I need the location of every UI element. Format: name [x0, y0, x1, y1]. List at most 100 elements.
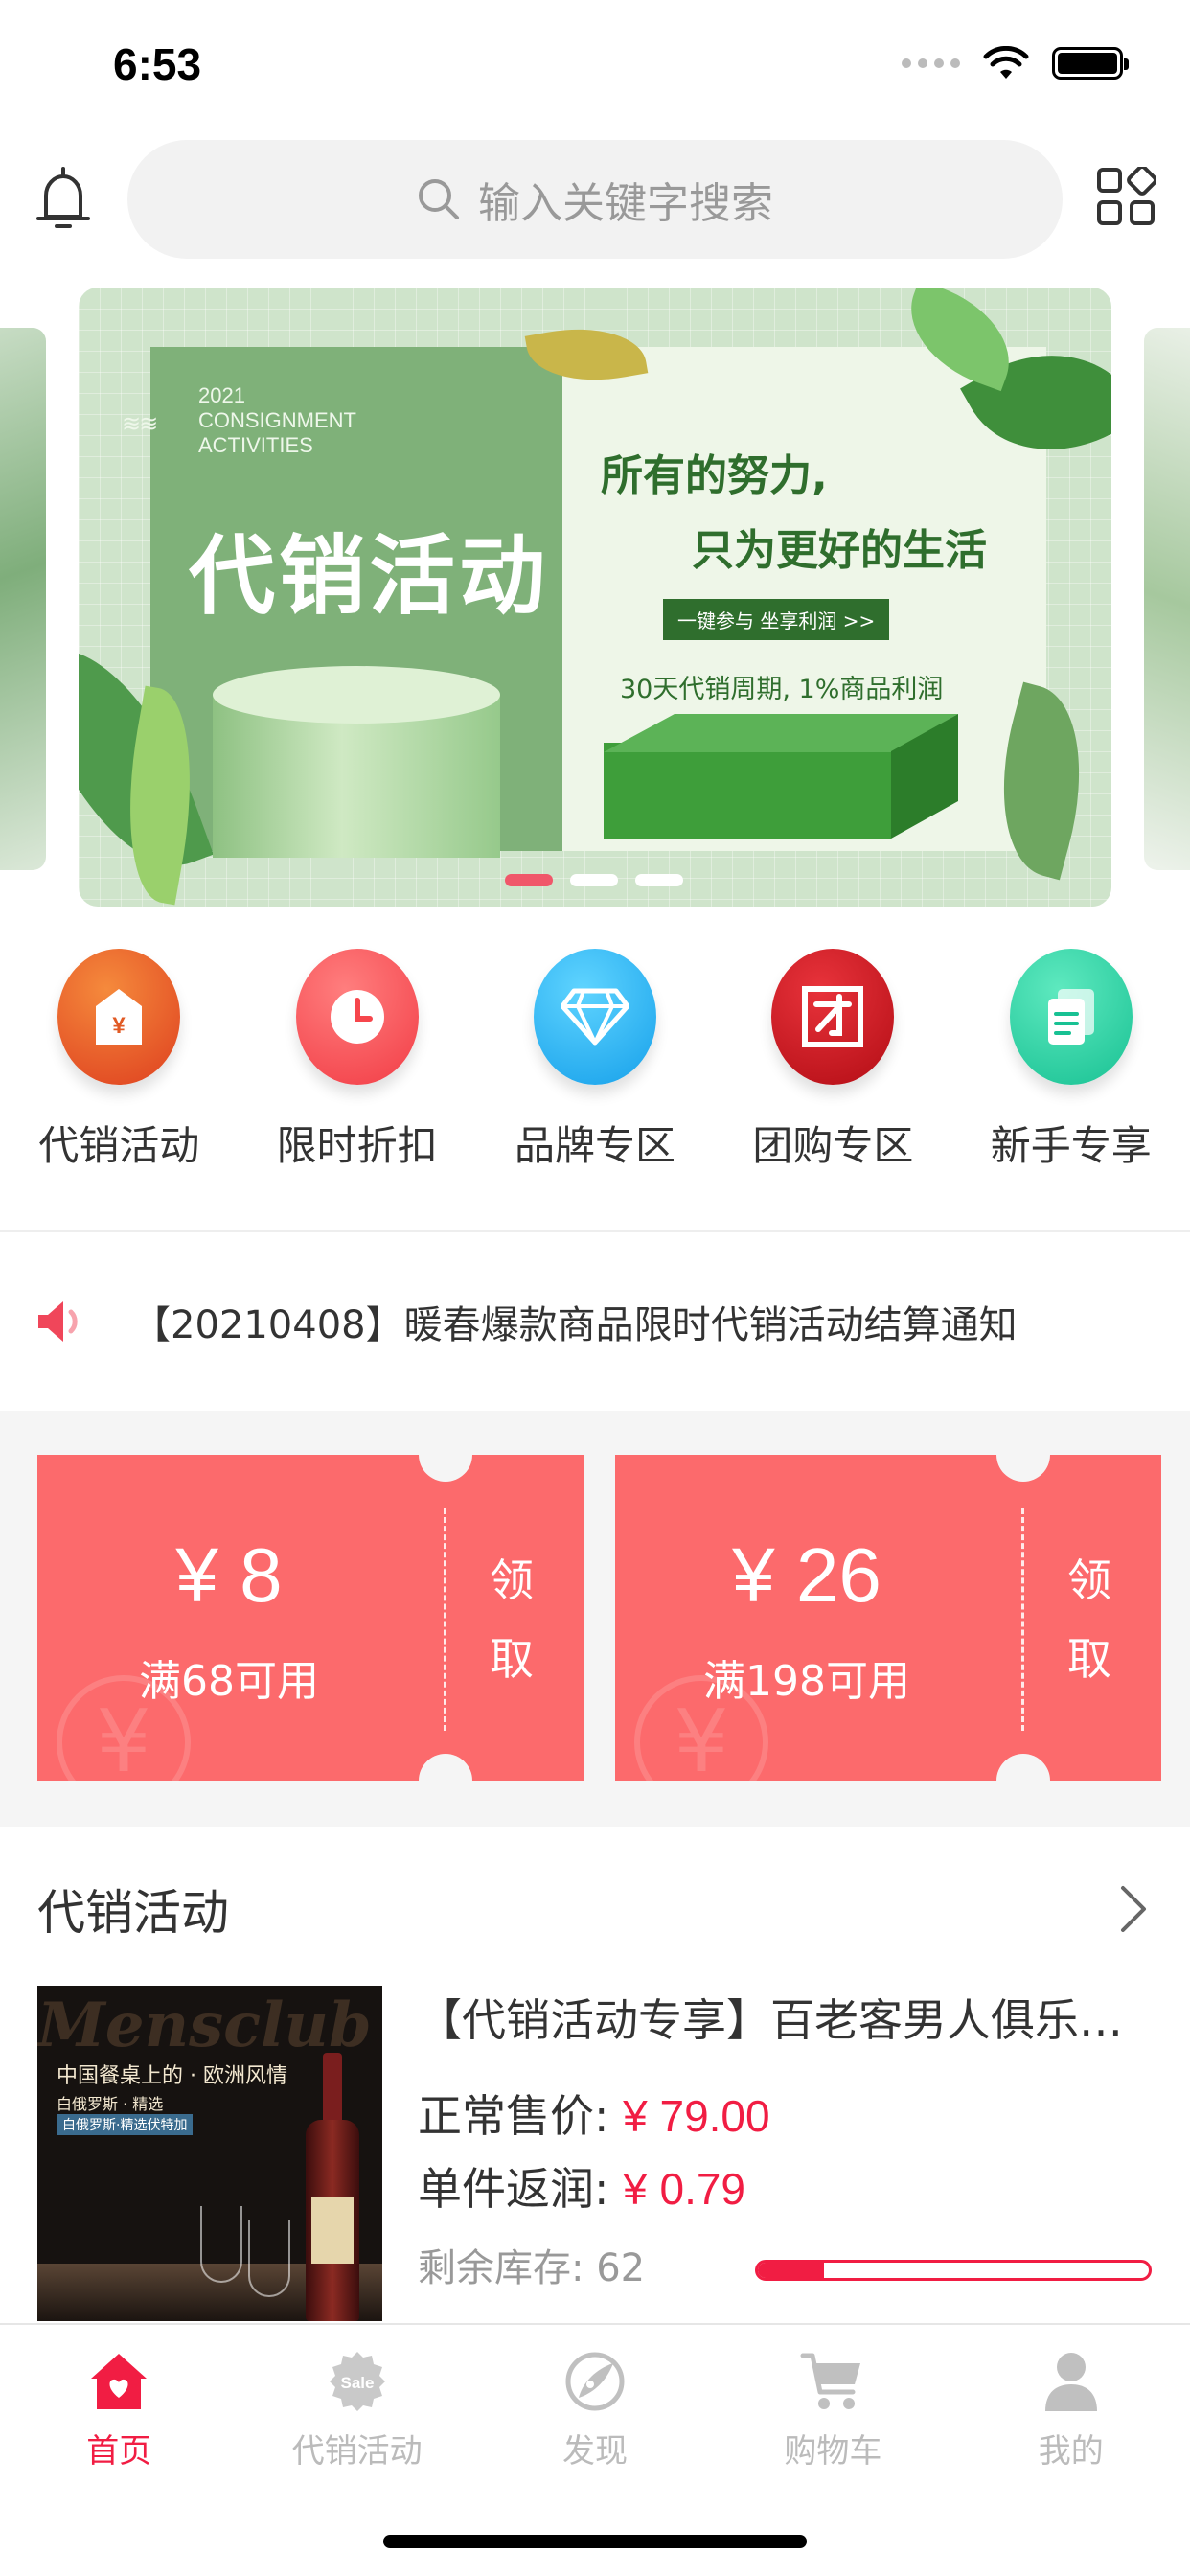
- tag-icon: ¥: [57, 949, 181, 1085]
- status-bar: 6:53: [0, 0, 1190, 125]
- product-rebate-row: 单件返润: ¥ 0.79: [418, 2154, 745, 2218]
- coupon-notch: [996, 1754, 1050, 1781]
- category-grid: ¥ 代销活动 限时折扣 品牌专区 团购专区 新手专享: [0, 949, 1190, 1188]
- product-price-row: 正常售价: ¥ 79.00: [418, 2082, 770, 2145]
- banner-box: [604, 714, 958, 839]
- coupon-card[interactable]: ¥ ¥ 26 满198可用 领取: [615, 1455, 1161, 1781]
- category-flash-sale[interactable]: 限时折扣: [238, 949, 475, 1188]
- cart-icon: [800, 2353, 861, 2409]
- coupon-notch: [419, 1754, 472, 1781]
- banner-title: 代销活动: [189, 526, 549, 627]
- profile-icon: [1044, 2353, 1097, 2411]
- status-icons: [902, 46, 1129, 80]
- category-consignment[interactable]: ¥ 代销活动: [0, 949, 238, 1188]
- home-indicator[interactable]: [383, 2535, 807, 2548]
- carousel-dot[interactable]: [570, 874, 618, 886]
- tab-profile[interactable]: 我的: [952, 2348, 1190, 2472]
- coupon-section: ¥ ¥ 8 满68可用 领取 ¥ ¥ 26 满198可用 领取: [0, 1411, 1190, 1827]
- stock-label: 剩余库存:: [418, 2246, 584, 2290]
- group-icon: [771, 949, 895, 1085]
- glass-decoration: [200, 2206, 242, 2283]
- carousel-dot[interactable]: [635, 874, 683, 886]
- product-image[interactable]: Mensclub 中国餐桌上的 · 欧洲风情 白俄罗斯 · 精选 白俄罗斯·精选…: [37, 1986, 382, 2321]
- tab-label: 代销活动: [291, 2432, 423, 2471]
- coupon-notch: [996, 1455, 1050, 1482]
- document-icon: [1009, 949, 1133, 1085]
- price-label: 正常售价:: [418, 2090, 609, 2142]
- search-header: 输入关键字搜索: [0, 134, 1190, 268]
- tab-label: 我的: [1038, 2432, 1104, 2471]
- coupon-amount: ¥ 8: [175, 1532, 283, 1618]
- notice-text: 【20210408】暖春爆款商品限时代销活动结算通知: [132, 1303, 1018, 1347]
- category-group-buy[interactable]: 团购专区: [714, 949, 951, 1188]
- bell-icon[interactable]: [33, 163, 94, 234]
- category-label: 团购专区: [752, 1122, 914, 1169]
- tab-home[interactable]: 首页: [0, 2348, 238, 2472]
- tab-label: 购物车: [784, 2432, 882, 2471]
- product-image-badge: 白俄罗斯·精选伏特加: [57, 2114, 194, 2135]
- category-label: 品牌专区: [514, 1122, 675, 1169]
- notice-bar[interactable]: 【20210408】暖春爆款商品限时代销活动结算通知: [0, 1232, 1190, 1411]
- banner-carousel[interactable]: ≋≋ 2021 CONSIGNMENT ACTIVITIES 代销活动 所有的努…: [0, 288, 1190, 910]
- coupon-divider: [1021, 1508, 1024, 1731]
- tab-label: 首页: [86, 2432, 152, 2471]
- tab-cart[interactable]: 购物车: [714, 2348, 951, 2472]
- cellular-signal-icon: [902, 58, 960, 68]
- diamond-icon: [533, 949, 656, 1085]
- category-label: 代销活动: [38, 1122, 200, 1169]
- coupon-condition: 满198可用: [703, 1657, 910, 1706]
- banner-subline: 30天代销周期, 1%商品利润: [620, 675, 944, 704]
- coupon-divider: [444, 1508, 446, 1731]
- coupon-claim-button[interactable]: 领取: [1041, 1541, 1137, 1698]
- svg-text:¥: ¥: [113, 1013, 126, 1039]
- coupon-condition: 满68可用: [139, 1657, 319, 1706]
- stock-progress-fill: [758, 2263, 825, 2278]
- product-image-subtag: 白俄罗斯 · 精选: [57, 2095, 164, 2113]
- status-time: 6:53: [113, 39, 202, 89]
- stock-info: 剩余库存: 62: [418, 2237, 645, 2292]
- coupon-amount: ¥ 26: [732, 1532, 881, 1618]
- section-header[interactable]: 代销活动: [0, 1827, 1190, 1980]
- scan-icon[interactable]: [1096, 167, 1156, 226]
- tab-discover[interactable]: 发现: [476, 2348, 714, 2472]
- price-value: ¥ 79.00: [623, 2091, 770, 2141]
- tab-label: 发现: [561, 2432, 628, 2471]
- category-newbie[interactable]: 新手专享: [952, 949, 1190, 1188]
- waves-icon: ≋≋: [122, 410, 158, 437]
- category-label: 新手专享: [990, 1122, 1152, 1169]
- carousel-indicator: [505, 874, 683, 886]
- banner-join-button[interactable]: 一键参与 坐享利润 >>: [659, 596, 893, 643]
- clock-icon: [295, 949, 419, 1085]
- stock-progress-bar: [755, 2260, 1152, 2281]
- coupon-notch: [419, 1455, 472, 1482]
- search-icon: [419, 179, 459, 219]
- wifi-icon: [983, 46, 1029, 79]
- banner-line2: 只为更好的生活: [692, 526, 987, 575]
- coupon-claim-button[interactable]: 领取: [464, 1541, 560, 1698]
- tab-consignment[interactable]: Sale 代销活动: [238, 2348, 475, 2472]
- banner-podium: [213, 666, 500, 858]
- battery-icon: [1052, 47, 1129, 80]
- banner-year: 2021 CONSIGNMENT ACTIVITIES: [198, 383, 356, 457]
- product-image-tagline: 中国餐桌上的 · 欧洲风情: [57, 2064, 287, 2088]
- sale-icon: Sale: [329, 2352, 385, 2411]
- search-placeholder: 输入关键字搜索: [478, 179, 773, 228]
- banner-prev-slide[interactable]: [0, 328, 46, 870]
- discover-icon: [565, 2352, 625, 2411]
- speaker-icon: [38, 1301, 78, 1342]
- banner-next-slide[interactable]: [1144, 328, 1190, 870]
- category-brand-zone[interactable]: 品牌专区: [476, 949, 714, 1188]
- chevron-right-icon[interactable]: [1113, 1882, 1152, 1936]
- section-title: 代销活动: [37, 1885, 229, 1941]
- coupon-card[interactable]: ¥ ¥ 8 满68可用 领取: [37, 1455, 584, 1781]
- banner-line1: 所有的努力,: [601, 451, 828, 500]
- home-icon: [91, 2354, 148, 2409]
- search-input[interactable]: 输入关键字搜索: [127, 140, 1063, 259]
- product-title[interactable]: 【代销活动专享】百老客男人俱乐部伏特加: [418, 1986, 1165, 2049]
- rebate-label: 单件返润:: [418, 2163, 609, 2215]
- carousel-dot[interactable]: [505, 874, 553, 886]
- svg-text:Sale: Sale: [340, 2374, 374, 2392]
- product-card[interactable]: Mensclub 中国餐桌上的 · 欧洲风情 白俄罗斯 · 精选 白俄罗斯·精选…: [0, 1986, 1190, 2321]
- banner-slide[interactable]: ≋≋ 2021 CONSIGNMENT ACTIVITIES 代销活动 所有的努…: [79, 288, 1111, 907]
- rebate-value: ¥ 0.79: [623, 2164, 746, 2214]
